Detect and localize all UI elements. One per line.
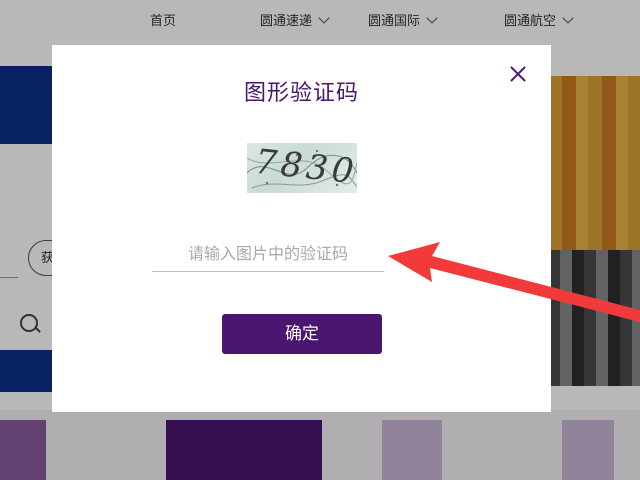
captcha-input[interactable] — [152, 235, 384, 272]
dialog-title: 图形验证码 — [243, 81, 359, 106]
confirm-button[interactable]: 确定 — [222, 314, 382, 354]
captcha-image[interactable]: 7830 — [247, 143, 357, 193]
close-icon[interactable] — [509, 65, 527, 83]
captcha-dialog: 图形验证码 7830 确定 — [52, 45, 551, 412]
